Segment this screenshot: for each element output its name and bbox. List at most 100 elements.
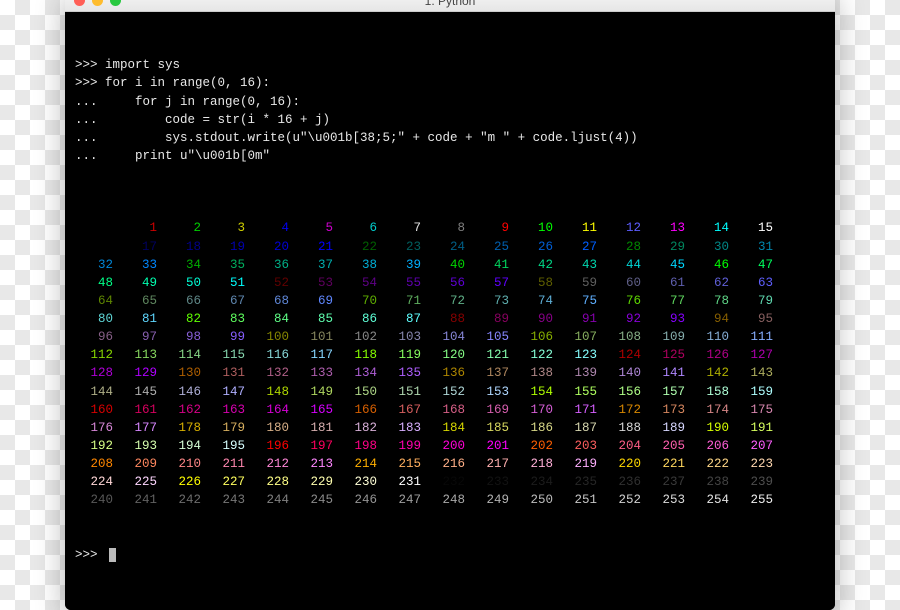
color-cell: 181 <box>295 419 339 437</box>
color-cell: 186 <box>515 419 559 437</box>
color-cell: 188 <box>603 419 647 437</box>
color-cell: 148 <box>251 383 295 401</box>
color-cell: 110 <box>691 328 735 346</box>
color-cell: 222 <box>691 455 735 473</box>
color-cell: 41 <box>471 256 515 274</box>
color-cell: 89 <box>471 310 515 328</box>
color-cell: 238 <box>691 473 735 491</box>
color-cell: 42 <box>515 256 559 274</box>
color-cell: 94 <box>691 310 735 328</box>
color-cell: 247 <box>383 491 427 509</box>
color-cell: 45 <box>647 256 691 274</box>
grid-row: 1601611621631641651661671681691701711721… <box>75 401 825 419</box>
color-cell: 66 <box>163 292 207 310</box>
color-cell: 88 <box>427 310 471 328</box>
color-cell: 115 <box>207 346 251 364</box>
color-cell: 193 <box>119 437 163 455</box>
color-cell: 37 <box>295 256 339 274</box>
color-cell: 163 <box>207 401 251 419</box>
color-cell: 160 <box>75 401 119 419</box>
color-cell: 34 <box>163 256 207 274</box>
color-cell: 39 <box>383 256 427 274</box>
color-cell: 145 <box>119 383 163 401</box>
color-cell: 108 <box>603 328 647 346</box>
color-cell: 84 <box>251 310 295 328</box>
color-cell: 75 <box>559 292 603 310</box>
color-cell: 221 <box>647 455 691 473</box>
grid-row: 16171819202122232425262728293031 <box>75 238 825 256</box>
color-cell: 133 <box>295 364 339 382</box>
code-line: >>> for i in range(0, 16): <box>75 74 825 92</box>
color-cell: 205 <box>647 437 691 455</box>
color-cell: 138 <box>515 364 559 382</box>
color-cell: 106 <box>515 328 559 346</box>
color-cell: 85 <box>295 310 339 328</box>
color-cell: 249 <box>471 491 515 509</box>
color-cell: 231 <box>383 473 427 491</box>
color-cell: 67 <box>207 292 251 310</box>
color-cell: 6 <box>339 219 383 237</box>
color-cell: 171 <box>559 401 603 419</box>
color-cell: 30 <box>691 238 735 256</box>
color-cell: 61 <box>647 274 691 292</box>
color-cell: 210 <box>163 455 207 473</box>
color-cell: 175 <box>735 401 779 419</box>
color-cell: 232 <box>427 473 471 491</box>
color-cell: 114 <box>163 346 207 364</box>
color-cell: 143 <box>735 364 779 382</box>
color-cell: 23 <box>383 238 427 256</box>
color-cell: 251 <box>559 491 603 509</box>
color-cell: 58 <box>515 274 559 292</box>
color-cell: 129 <box>119 364 163 382</box>
color-cell: 201 <box>471 437 515 455</box>
color-cell: 130 <box>163 364 207 382</box>
color-cell: 96 <box>75 328 119 346</box>
color-grid: 0123456789101112131415161718192021222324… <box>75 219 825 509</box>
color-cell: 194 <box>163 437 207 455</box>
color-cell: 218 <box>515 455 559 473</box>
color-cell: 69 <box>295 292 339 310</box>
color-cell: 31 <box>735 238 779 256</box>
color-cell: 123 <box>559 346 603 364</box>
color-cell: 119 <box>383 346 427 364</box>
code-block: >>> import sys>>> for i in range(0, 16):… <box>75 56 825 183</box>
color-cell: 164 <box>251 401 295 419</box>
color-cell: 13 <box>647 219 691 237</box>
color-cell: 17 <box>119 238 163 256</box>
color-cell: 152 <box>427 383 471 401</box>
color-cell: 178 <box>163 419 207 437</box>
color-cell: 239 <box>735 473 779 491</box>
color-cell: 78 <box>691 292 735 310</box>
color-cell: 51 <box>207 274 251 292</box>
color-cell: 22 <box>339 238 383 256</box>
color-cell: 225 <box>119 473 163 491</box>
color-cell: 136 <box>427 364 471 382</box>
color-cell: 87 <box>383 310 427 328</box>
color-cell: 246 <box>339 491 383 509</box>
color-cell: 59 <box>559 274 603 292</box>
prompt-row: >>> <box>75 546 825 564</box>
color-cell: 241 <box>119 491 163 509</box>
color-cell: 15 <box>735 219 779 237</box>
color-cell: 169 <box>471 401 515 419</box>
color-cell: 137 <box>471 364 515 382</box>
color-cell: 25 <box>471 238 515 256</box>
color-cell: 196 <box>251 437 295 455</box>
color-cell: 248 <box>427 491 471 509</box>
color-cell: 16 <box>75 238 119 256</box>
color-cell: 153 <box>471 383 515 401</box>
color-cell: 105 <box>471 328 515 346</box>
color-cell: 180 <box>251 419 295 437</box>
color-cell: 147 <box>207 383 251 401</box>
color-cell: 185 <box>471 419 515 437</box>
color-cell: 235 <box>559 473 603 491</box>
color-cell: 204 <box>603 437 647 455</box>
color-cell: 103 <box>383 328 427 346</box>
color-cell: 184 <box>427 419 471 437</box>
grid-row: 64656667686970717273747576777879 <box>75 292 825 310</box>
color-cell: 227 <box>207 473 251 491</box>
color-cell: 250 <box>515 491 559 509</box>
code-line: ... code = str(i * 16 + j) <box>75 111 825 129</box>
color-cell: 159 <box>735 383 779 401</box>
terminal-body[interactable]: >>> import sys>>> for i in range(0, 16):… <box>65 12 835 610</box>
